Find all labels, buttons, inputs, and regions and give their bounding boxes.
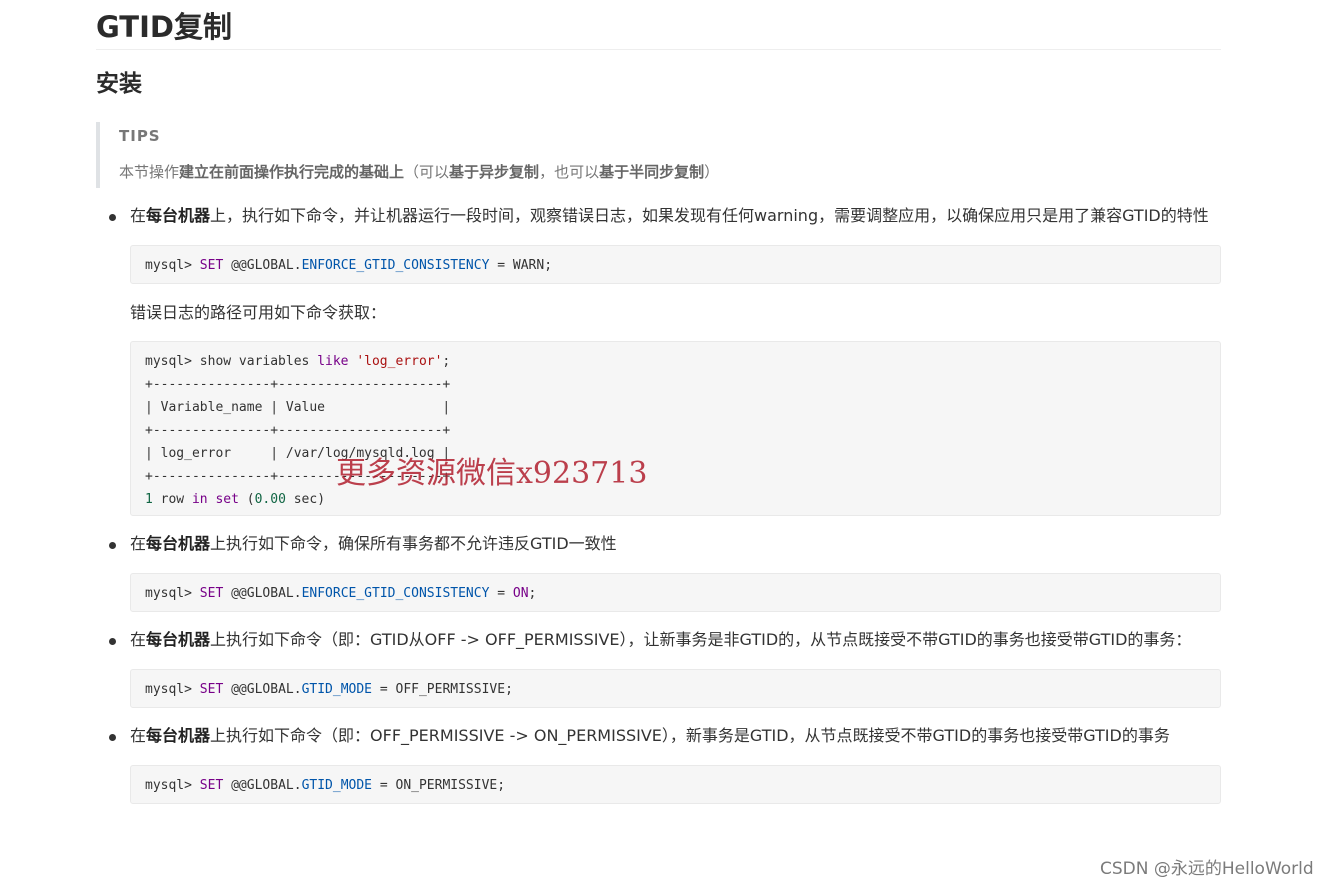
text-bold: 每台机器 — [146, 206, 211, 225]
code-keyword: SET — [199, 586, 224, 601]
section-heading: 安装 — [96, 71, 142, 97]
tips-text-part: ） — [704, 163, 720, 181]
tips-text-bold: 建立在前面操作执行完成的基础上 — [179, 163, 405, 181]
credit-watermark: CSDN @永远的HelloWorld — [1100, 859, 1314, 879]
list-item-text: 在每台机器上，执行如下命令，并让机器运行一段时间，观察错误日志，如果发现有任何w… — [130, 203, 1222, 229]
list-item-text: 在每台机器上执行如下命令（即：OFF_PERMISSIVE -> ON_PERM… — [130, 723, 1222, 749]
code-keyword: in — [191, 492, 208, 507]
text-part: 在 — [130, 206, 147, 225]
list-item: 在每台机器上执行如下命令（即：GTID从OFF -> OFF_PERMISSIV… — [96, 627, 1221, 708]
code-token: mysql> — [145, 586, 200, 601]
code-token: mysql> — [145, 778, 200, 793]
tips-text-part: （可以 — [404, 163, 450, 181]
bullet-icon — [109, 542, 116, 549]
list-item-text: 在每台机器上执行如下命令，确保所有事务都不允许违反GTID一致性 — [130, 531, 1222, 557]
code-token: @@GLOBAL. — [223, 682, 302, 697]
code-token: @@GLOBAL. — [223, 586, 302, 601]
bullet-icon — [109, 638, 116, 645]
code-token: = — [489, 586, 513, 601]
code-token: mysql> — [145, 682, 200, 697]
code-line: +---------------+---------------------+ — [145, 469, 451, 484]
text-part: 上执行如下命令（即：OFF_PERMISSIVE -> ON_PERMISSIV… — [210, 726, 1170, 745]
code-keyword: SET — [199, 258, 224, 273]
text-bold: 每台机器 — [146, 534, 211, 553]
text-bold: 每台机器 — [146, 630, 211, 649]
code-number: 0.00 — [254, 492, 286, 507]
list-item: 在每台机器上执行如下命令（即：OFF_PERMISSIVE -> ON_PERM… — [96, 723, 1221, 804]
bullet-icon — [109, 734, 116, 741]
list-item: 在每台机器上，执行如下命令，并让机器运行一段时间，观察错误日志，如果发现有任何w… — [96, 203, 1221, 516]
code-keyword: like — [317, 354, 349, 369]
code-token: = ON_PERMISSIVE; — [372, 778, 506, 793]
text-part: 上执行如下命令，确保所有事务都不允许违反GTID一致性 — [210, 534, 617, 553]
code-keyword: ON — [512, 586, 529, 601]
code-string: 'log_error' — [356, 354, 443, 369]
code-token: ; — [528, 586, 537, 601]
watermark: 更多资源微信x923713 — [336, 456, 648, 491]
code-token: = WARN; — [489, 258, 553, 273]
code-token: ( — [238, 492, 255, 507]
step-list: 在每台机器上，执行如下命令，并让机器运行一段时间，观察错误日志，如果发现有任何w… — [96, 203, 1221, 804]
code-block: mysql> SET @@GLOBAL.GTID_MODE = OFF_PERM… — [130, 669, 1221, 708]
text-part: 上执行如下命令（即：GTID从OFF -> OFF_PERMISSIVE），让新… — [210, 630, 1192, 649]
code-line: mysql> show variables like 'log_error'; — [145, 350, 1206, 373]
code-block: mysql> SET @@GLOBAL.ENFORCE_GTID_CONSIST… — [130, 245, 1221, 284]
tips-text-part: 本节操作 — [119, 163, 180, 181]
code-token: @@GLOBAL. — [223, 778, 302, 793]
code-token: @@GLOBAL. — [223, 258, 302, 273]
document: GTID复制 安装 TIPS 本节操作建立在前面操作执行完成的基础上（可以基于异… — [96, 0, 1221, 804]
code-number: 1 — [145, 492, 153, 507]
text-part: 在 — [130, 630, 147, 649]
code-block: mysql> show variables like 'log_error'; +… — [130, 341, 1221, 516]
tips-title: TIPS — [119, 127, 161, 145]
code-line: | log_error | /var/log/mysqld.log | — [145, 446, 451, 461]
code-block: mysql> SET @@GLOBAL.GTID_MODE = ON_PERMI… — [130, 765, 1221, 804]
code-token: mysql> — [145, 258, 200, 273]
text-part: 在 — [130, 534, 147, 553]
code-token: sec) — [285, 492, 326, 507]
code-variable: ENFORCE_GTID_CONSISTENCY — [301, 586, 490, 601]
text-part: 在 — [130, 726, 147, 745]
text-bold: 每台机器 — [146, 726, 211, 745]
code-token: = OFF_PERMISSIVE; — [372, 682, 513, 697]
tips-text-bold: 基于半同步复制 — [599, 163, 705, 181]
code-line: 1 row in set (0.00 sec) — [145, 488, 1206, 511]
list-item-text: 在每台机器上执行如下命令（即：GTID从OFF -> OFF_PERMISSIV… — [130, 627, 1222, 653]
tips-text: 本节操作建立在前面操作执行完成的基础上（可以基于异步复制，也可以基于半同步复制） — [119, 162, 1221, 182]
code-keyword: SET — [199, 778, 224, 793]
code-variable: GTID_MODE — [301, 778, 373, 793]
code-line: | Variable_name | Value | — [145, 400, 451, 415]
list-item: 在每台机器上执行如下命令，确保所有事务都不允许违反GTID一致性 mysql> … — [96, 531, 1221, 612]
code-token: mysql> show variables — [145, 354, 318, 369]
text-part: 上，执行如下命令，并让机器运行一段时间，观察错误日志，如果发现有任何warnin… — [210, 206, 1209, 225]
code-token: row — [152, 492, 192, 507]
tips-callout: TIPS 本节操作建立在前面操作执行完成的基础上（可以基于异步复制，也可以基于半… — [96, 122, 1221, 188]
code-line: +---------------+---------------------+ — [145, 423, 451, 438]
bullet-icon — [109, 214, 116, 221]
code-block: mysql> SET @@GLOBAL.ENFORCE_GTID_CONSIST… — [130, 573, 1221, 612]
code-line: +---------------+---------------------+ — [145, 377, 451, 392]
tips-text-part: ，也可以 — [539, 163, 600, 181]
code-keyword: set — [215, 492, 239, 507]
code-keyword: SET — [199, 682, 224, 697]
tips-text-bold: 基于异步复制 — [449, 163, 540, 181]
code-variable: GTID_MODE — [301, 682, 373, 697]
page-title: GTID复制 — [96, 0, 1221, 50]
code-variable: ENFORCE_GTID_CONSISTENCY — [301, 258, 490, 273]
paragraph: 错误日志的路径可用如下命令获取： — [130, 303, 387, 322]
code-token: ; — [442, 354, 451, 369]
